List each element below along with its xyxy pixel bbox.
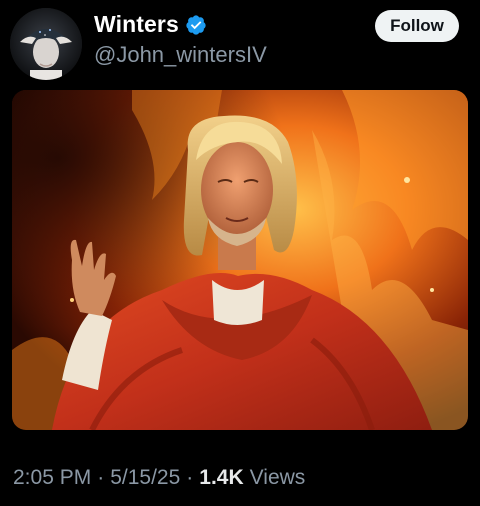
post-media-image[interactable] <box>12 90 468 430</box>
media-illustration <box>12 90 468 430</box>
avatar-image <box>10 8 82 80</box>
views-count[interactable]: 1.4K <box>199 466 243 490</box>
author-handle[interactable]: @John_wintersIV <box>94 42 267 68</box>
post-time[interactable]: 2:05 PM <box>13 466 91 490</box>
post-header: Winters @John_wintersIV Follow <box>0 0 480 90</box>
verified-badge-icon <box>186 14 206 35</box>
follow-button[interactable]: Follow <box>375 10 459 42</box>
views-label: Views <box>249 466 306 489</box>
author-name-row[interactable]: Winters <box>94 11 207 38</box>
post-meta: 2:05 PM · 5/15/25 · 1.4K Views <box>13 466 305 490</box>
author-display-name[interactable]: Winters <box>94 11 179 38</box>
post-date[interactable]: 5/15/25 <box>110 466 180 490</box>
meta-separator: · <box>186 466 194 489</box>
meta-separator: · <box>97 466 105 489</box>
author-avatar[interactable] <box>10 8 82 80</box>
